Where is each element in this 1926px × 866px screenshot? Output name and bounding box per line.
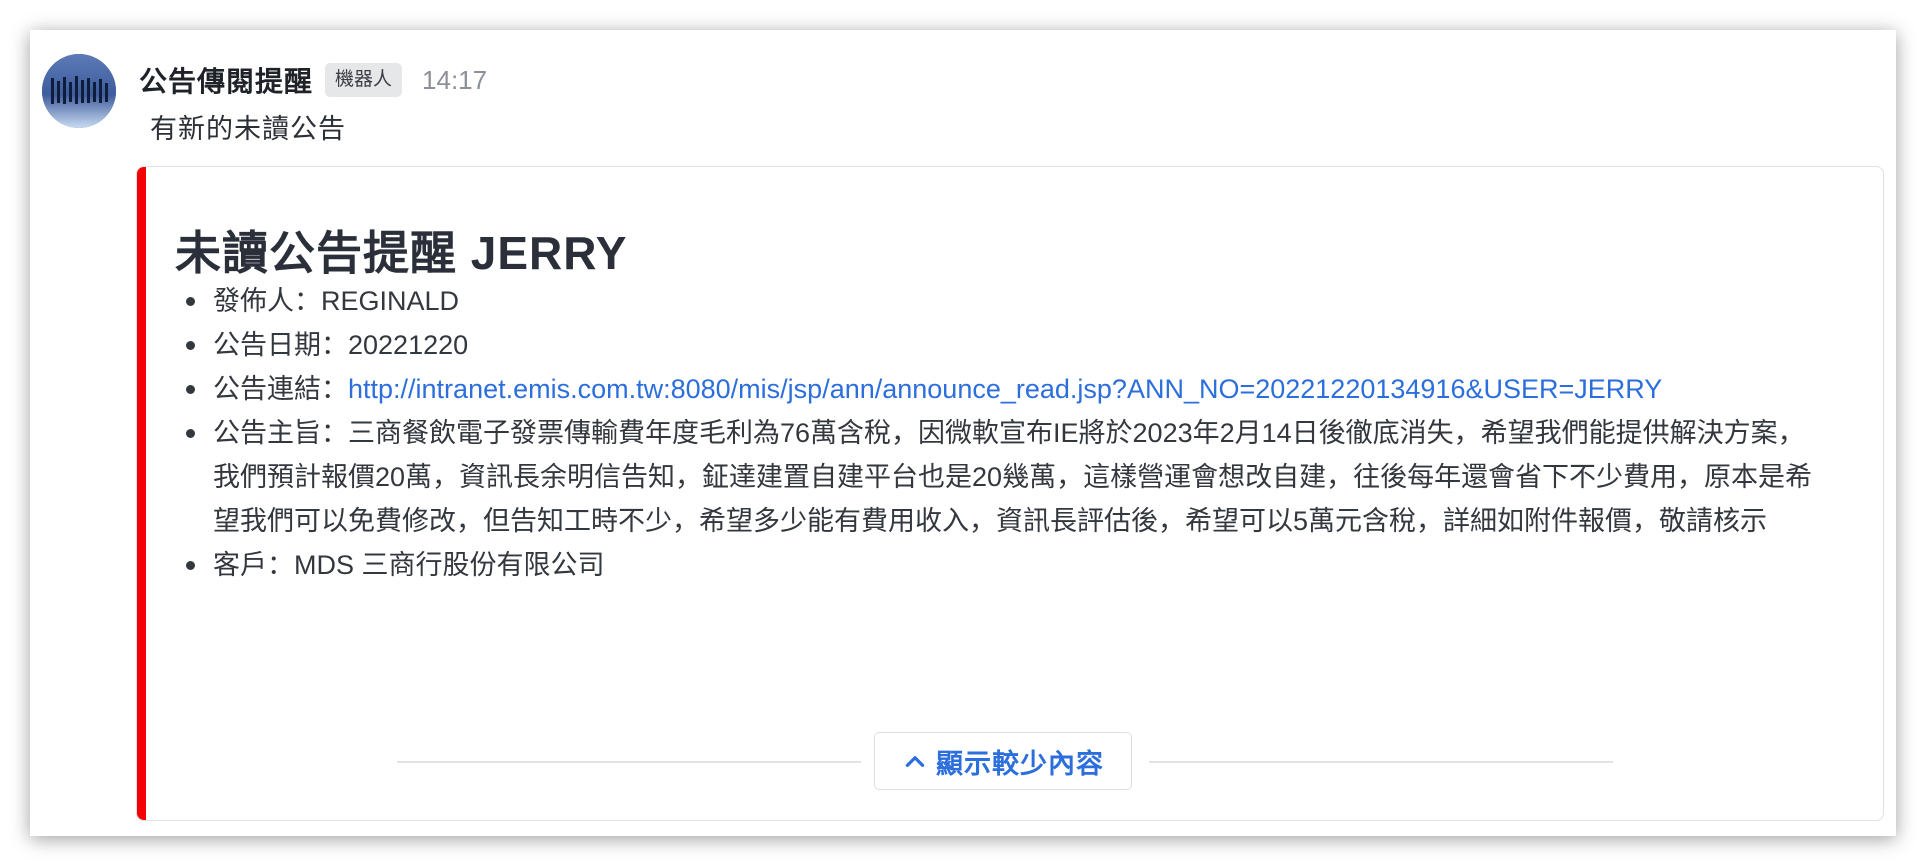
subject-value: 三商餐飲電子發票傳輸費年度毛利為76萬含稅，因微軟宣布IE將於2023年2月14… — [213, 418, 1813, 536]
field-label: 客戶： — [213, 550, 294, 580]
list-item: 公告日期：20221220 — [186, 323, 1813, 367]
publisher-value: REGINALD — [321, 286, 460, 316]
field-label: 公告日期： — [213, 330, 348, 360]
message-window: 公告傳閱提醒 機器人 14:17 有新的未讀公告 未讀公告提醒 JERRY 發佈… — [30, 30, 1896, 836]
card-title: 未讀公告提醒 JERRY — [175, 227, 628, 279]
message-timestamp: 14:17 — [422, 64, 488, 95]
field-label: 公告連結： — [213, 374, 348, 404]
card-accent-bar — [137, 167, 146, 820]
show-less-label: 顯示較少內容 — [936, 748, 1104, 779]
announcement-fields: 發佈人：REGINALD 公告日期：20221220 公告連結：http://i… — [186, 279, 1813, 587]
list-item: 公告連結：http://intranet.emis.com.tw:8080/mi… — [186, 367, 1813, 411]
field-label: 發佈人： — [213, 286, 321, 316]
message-text: 有新的未讀公告 — [150, 114, 346, 144]
divider — [1149, 761, 1613, 763]
date-value: 20221220 — [348, 330, 469, 360]
list-item: 發佈人：REGINALD — [186, 279, 1813, 323]
avatar[interactable] — [42, 54, 116, 128]
chevron-up-icon — [902, 748, 928, 774]
announcement-link[interactable]: http://intranet.emis.com.tw:8080/mis/jsp… — [348, 374, 1662, 404]
bot-badge: 機器人 — [325, 62, 403, 98]
collapse-row: 顯示較少內容 — [397, 732, 1613, 792]
sender-name[interactable]: 公告傳閱提醒 — [139, 60, 313, 100]
customer-value: MDS 三商行股份有限公司 — [294, 550, 605, 580]
list-item: 公告主旨：三商餐飲電子發票傳輸費年度毛利為76萬含稅，因微軟宣布IE將於2023… — [186, 411, 1813, 543]
list-item: 客戶：MDS 三商行股份有限公司 — [186, 543, 1813, 587]
message-header: 公告傳閱提醒 機器人 14:17 — [139, 50, 487, 110]
divider — [397, 761, 861, 763]
organization-logo-icon — [42, 54, 116, 128]
announcement-card: 未讀公告提醒 JERRY 發佈人：REGINALD 公告日期：20221220 … — [136, 166, 1884, 821]
field-label: 公告主旨： — [213, 418, 348, 448]
show-less-button[interactable]: 顯示較少內容 — [874, 732, 1132, 790]
